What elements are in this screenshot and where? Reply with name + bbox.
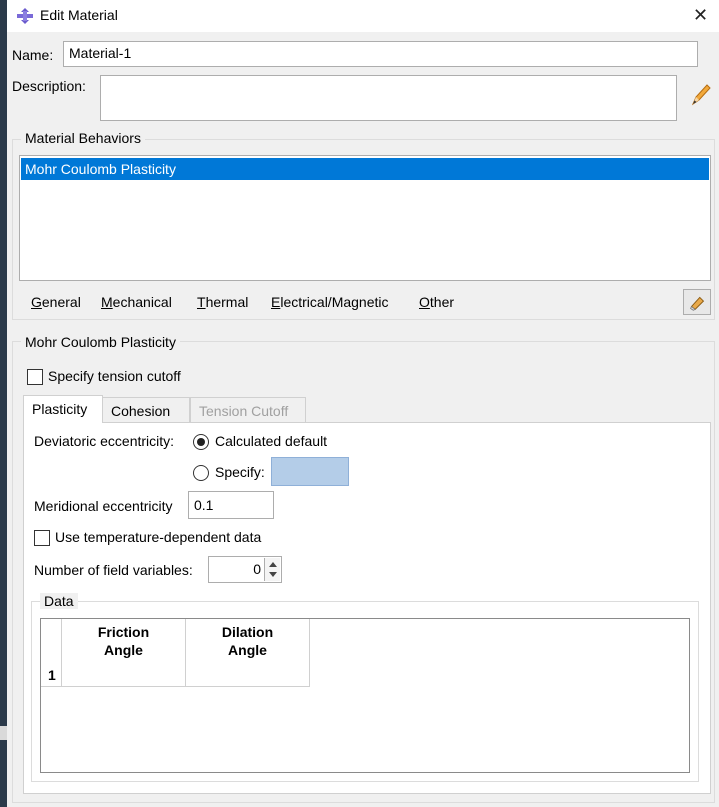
table-cell-dilation-angle[interactable] <box>186 663 310 687</box>
abaqus-material-icon <box>17 8 33 24</box>
menu-other[interactable]: Other <box>419 294 454 310</box>
field-variables-label: Number of field variables: <box>34 562 193 578</box>
stepper-up-icon[interactable] <box>269 562 277 567</box>
menu-thermal[interactable]: Thermal <box>197 294 248 310</box>
name-label: Name: <box>12 47 54 63</box>
background-window-fragment <box>0 726 7 740</box>
row-header: 1 <box>41 663 62 687</box>
behaviors-list[interactable]: Mohr Coulomb Plasticity <box>19 155 711 281</box>
column-header-line: Dilation <box>221 624 274 640</box>
specify-radio[interactable] <box>193 465 209 481</box>
eraser-icon <box>690 296 705 311</box>
behavior-item-mohr-coulomb[interactable]: Mohr Coulomb Plasticity <box>21 158 709 180</box>
temperature-dependent-label: Use temperature-dependent data <box>55 529 262 545</box>
meridional-eccentricity-field[interactable]: 0.1 <box>188 491 274 519</box>
description-field[interactable] <box>100 75 677 121</box>
data-group-title: Data <box>40 593 78 609</box>
background-window-edge <box>0 0 7 807</box>
menu-electrical-magnetic[interactable]: Electrical/Magnetic <box>271 294 389 310</box>
tab-cohesion[interactable]: Cohesion <box>102 397 190 423</box>
edit-material-dialog: Edit Material ✕ Name: Material-1 Descrip… <box>7 0 719 807</box>
column-header-friction-angle[interactable]: Friction Angle <box>62 619 186 663</box>
column-header-dilation-angle[interactable]: Dilation Angle <box>186 619 310 663</box>
delete-behavior-button[interactable] <box>683 289 711 315</box>
column-header-line: Angle <box>104 642 143 658</box>
meridional-eccentricity-label: Meridional eccentricity <box>34 498 173 514</box>
description-label: Description: <box>12 78 86 94</box>
window-title: Edit Material <box>40 7 118 23</box>
menu-general[interactable]: General <box>31 294 81 310</box>
stepper-arrows[interactable] <box>264 558 280 581</box>
data-table[interactable]: Friction Angle Dilation Angle 1 <box>40 618 690 773</box>
name-field[interactable]: Material-1 <box>63 41 698 67</box>
behaviors-menubar: General Mechanical Thermal Electrical/Ma… <box>19 288 685 318</box>
menu-mechanical[interactable]: Mechanical <box>101 294 172 310</box>
tension-cutoff-checkbox[interactable] <box>27 369 43 385</box>
calculated-default-label: Calculated default <box>215 433 328 449</box>
tab-tension-cutoff: Tension Cutoff <box>190 397 306 423</box>
title-bar: Edit Material ✕ <box>7 0 719 32</box>
temperature-dependent-checkbox[interactable] <box>34 530 50 546</box>
deviatoric-eccentricity-label: Deviatoric eccentricity: <box>34 433 175 449</box>
tension-cutoff-label: Specify tension cutoff <box>48 368 181 384</box>
column-header-line: Friction <box>97 624 150 640</box>
table-cell-friction-angle[interactable] <box>62 663 186 687</box>
specify-eccentricity-field <box>271 457 349 486</box>
mohr-coulomb-title: Mohr Coulomb Plasticity <box>21 334 180 350</box>
calculated-default-radio[interactable] <box>193 434 209 450</box>
table-corner-header <box>41 619 62 663</box>
field-variables-value: 0 <box>253 561 261 577</box>
column-header-line: Angle <box>228 642 267 658</box>
material-behaviors-title: Material Behaviors <box>21 130 145 146</box>
field-variables-stepper[interactable]: 0 <box>208 556 282 583</box>
stepper-down-icon[interactable] <box>269 572 277 577</box>
specify-label: Specify: <box>215 464 265 480</box>
pencil-icon[interactable] <box>689 82 711 108</box>
close-icon[interactable]: ✕ <box>693 6 708 24</box>
tab-plasticity[interactable]: Plasticity <box>23 395 103 423</box>
